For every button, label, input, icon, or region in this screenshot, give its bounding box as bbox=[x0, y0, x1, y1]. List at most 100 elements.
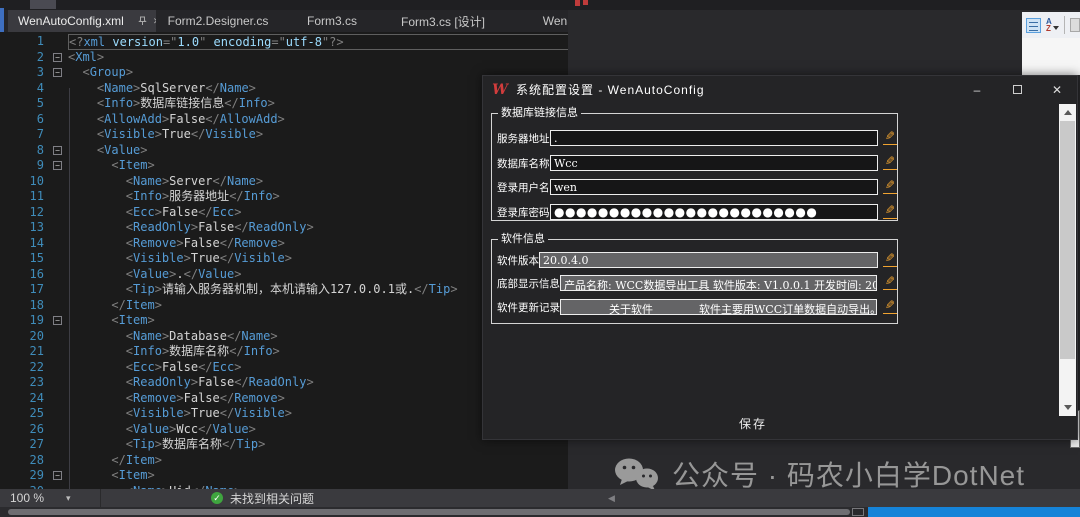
scroll-down-icon[interactable] bbox=[1059, 399, 1076, 416]
edit-pencil-icon[interactable]: ✎ bbox=[883, 299, 897, 314]
field-input[interactable]: 20.0.4.0 bbox=[539, 252, 878, 268]
scrollbar-gripper[interactable] bbox=[852, 508, 864, 516]
scroll-up-icon[interactable] bbox=[1059, 104, 1076, 121]
line-number: 19 bbox=[0, 313, 52, 329]
ide-screen: WenAutoConfig.xml✕ Form2.Designer.cs Form3… bbox=[0, 0, 1080, 517]
fold-column bbox=[52, 220, 68, 236]
fold-column: − bbox=[52, 313, 68, 329]
fold-column bbox=[52, 360, 68, 376]
fold-column bbox=[52, 375, 68, 391]
fold-column bbox=[52, 236, 68, 252]
tab-form3-cs[interactable]: Form3.cs bbox=[280, 10, 384, 32]
fold-marker-icon[interactable]: − bbox=[53, 146, 62, 155]
field-row: 登录库密码●●●●●●●●●●●●●●●●●●●●●●●● ✎ bbox=[492, 204, 897, 220]
line-number: 27 bbox=[0, 437, 52, 453]
tab-form3-cs-[interactable]: Form3.cs [设计] bbox=[384, 10, 502, 32]
fold-marker-icon[interactable]: − bbox=[53, 53, 62, 62]
line-number: 9 bbox=[0, 158, 52, 174]
fold-column bbox=[52, 344, 68, 360]
field-input[interactable]: wen bbox=[550, 179, 878, 195]
tab-label: Form2.Designer.cs bbox=[168, 14, 269, 28]
fold-marker-icon[interactable]: − bbox=[53, 161, 62, 170]
alphabetical-sort-icon[interactable]: AZ bbox=[1046, 18, 1059, 32]
field-row: 登录用户名wen ✎ bbox=[492, 179, 897, 195]
tab-label: Form3.cs [设计] bbox=[401, 13, 485, 30]
fold-column: − bbox=[52, 158, 68, 174]
line-number: 3 bbox=[0, 65, 52, 81]
fold-column bbox=[52, 422, 68, 438]
field-row: 软件版本20.0.4.0 ✎ bbox=[492, 252, 897, 268]
tab-form2-designer-cs[interactable]: Form2.Designer.cs bbox=[156, 10, 280, 32]
minimize-button[interactable]: – bbox=[957, 76, 997, 103]
field-input[interactable]: 关于软件软件主要用WCC订单数据自动导出。 bbox=[560, 299, 877, 315]
status-message: 未找到相关问题 bbox=[230, 490, 314, 507]
pin-icon[interactable] bbox=[138, 16, 147, 26]
field-row: 底部显示信息产品名称: WCC数据导出工具 软件版本: V1.0.0.1 开发时… bbox=[492, 275, 897, 291]
line-number: 5 bbox=[0, 96, 52, 112]
line-number: 12 bbox=[0, 205, 52, 221]
field-input[interactable]: ●●●●●●●●●●●●●●●●●●●●●●●● bbox=[550, 204, 878, 220]
tab-wenautoconfig-xml[interactable]: WenAutoConfig.xml✕ bbox=[8, 10, 156, 32]
fold-column: − bbox=[52, 65, 68, 81]
group-title: 软件信息 bbox=[498, 233, 548, 246]
line-number: 1 bbox=[0, 34, 52, 50]
fold-column bbox=[52, 127, 68, 143]
fold-marker-icon[interactable]: − bbox=[53, 471, 62, 480]
edit-pencil-icon[interactable]: ✎ bbox=[883, 130, 897, 145]
properties-toolbar: AZ bbox=[1022, 12, 1080, 38]
scrollbar-thumb[interactable] bbox=[1060, 121, 1075, 359]
watermark-text: 公众号 · 码农小白学DotNet bbox=[672, 454, 1025, 494]
toolbar-icon-partial[interactable] bbox=[1070, 18, 1080, 32]
edit-pencil-icon[interactable]: ✎ bbox=[883, 204, 897, 219]
close-button[interactable]: ✕ bbox=[1037, 76, 1077, 103]
toolbar-separator bbox=[1064, 16, 1065, 34]
field-label: 登录库密码 bbox=[497, 205, 550, 220]
horizontal-scrollbar[interactable] bbox=[8, 509, 850, 515]
fold-column bbox=[52, 267, 68, 283]
field-row: 服务器地址.✎ bbox=[492, 130, 897, 146]
status-bar: 100 % ▾ ✓ 未找到相关问题 ◀ bbox=[0, 489, 1080, 507]
collapse-arrow-icon[interactable]: ◀ bbox=[608, 493, 615, 504]
toolbar-fragment bbox=[30, 0, 56, 9]
edit-pencil-icon[interactable]: ✎ bbox=[883, 179, 897, 194]
line-number: 6 bbox=[0, 112, 52, 128]
fold-column bbox=[52, 406, 68, 422]
line-number: 14 bbox=[0, 236, 52, 252]
dialog-scrollbar[interactable] bbox=[1059, 104, 1076, 416]
group-software-info: 软件信息 软件版本20.0.4.0✎底部显示信息产品名称: WCC数据导出工具 … bbox=[491, 239, 898, 324]
dialog-titlebar[interactable]: W 系统配置设置 - WenAutoConfig – ✕ bbox=[483, 76, 1077, 103]
dialog-title: 系统配置设置 - WenAutoConfig bbox=[516, 81, 705, 98]
fold-column bbox=[52, 81, 68, 97]
field-label: 软件版本 bbox=[497, 253, 539, 268]
field-input[interactable]: Wcc bbox=[550, 155, 878, 171]
save-button[interactable]: 保存 bbox=[718, 415, 788, 433]
field-label: 数据库名称 bbox=[497, 156, 550, 171]
edit-pencil-icon[interactable]: ✎ bbox=[883, 252, 897, 267]
line-number: 20 bbox=[0, 329, 52, 345]
line-number: 25 bbox=[0, 406, 52, 422]
fold-column: − bbox=[52, 143, 68, 159]
group-title: 数据库链接信息 bbox=[498, 107, 581, 120]
line-number: 2 bbox=[0, 50, 52, 66]
maximize-button[interactable] bbox=[997, 76, 1037, 103]
divider bbox=[100, 489, 101, 507]
edit-pencil-icon[interactable]: ✎ bbox=[883, 275, 897, 290]
line-number: 8 bbox=[0, 143, 52, 159]
fold-column bbox=[52, 391, 68, 407]
bottom-strip bbox=[0, 507, 1080, 517]
field-label: 登录用户名 bbox=[497, 180, 550, 195]
fold-marker-icon[interactable]: − bbox=[53, 68, 62, 77]
line-number: 16 bbox=[0, 267, 52, 283]
fold-marker-icon[interactable]: − bbox=[53, 316, 62, 325]
fold-column bbox=[52, 189, 68, 205]
categorized-view-icon[interactable] bbox=[1026, 18, 1041, 33]
about-software-label[interactable]: 关于软件 bbox=[609, 301, 653, 314]
edit-pencil-icon[interactable]: ✎ bbox=[883, 155, 897, 170]
field-input[interactable]: 产品名称: WCC数据导出工具 软件版本: V1.0.0.1 开发时间: 202… bbox=[560, 275, 877, 291]
editor-zoom-control[interactable]: 100 % ▾ bbox=[0, 491, 100, 505]
field-label: 底部显示信息 bbox=[497, 276, 560, 291]
field-input[interactable]: . bbox=[550, 130, 878, 146]
group-database-connection: 数据库链接信息 服务器地址.✎数据库名称Wcc✎登录用户名wen✎登录库密码●●… bbox=[491, 113, 898, 221]
line-number: 7 bbox=[0, 127, 52, 143]
fold-column: − bbox=[52, 50, 68, 66]
